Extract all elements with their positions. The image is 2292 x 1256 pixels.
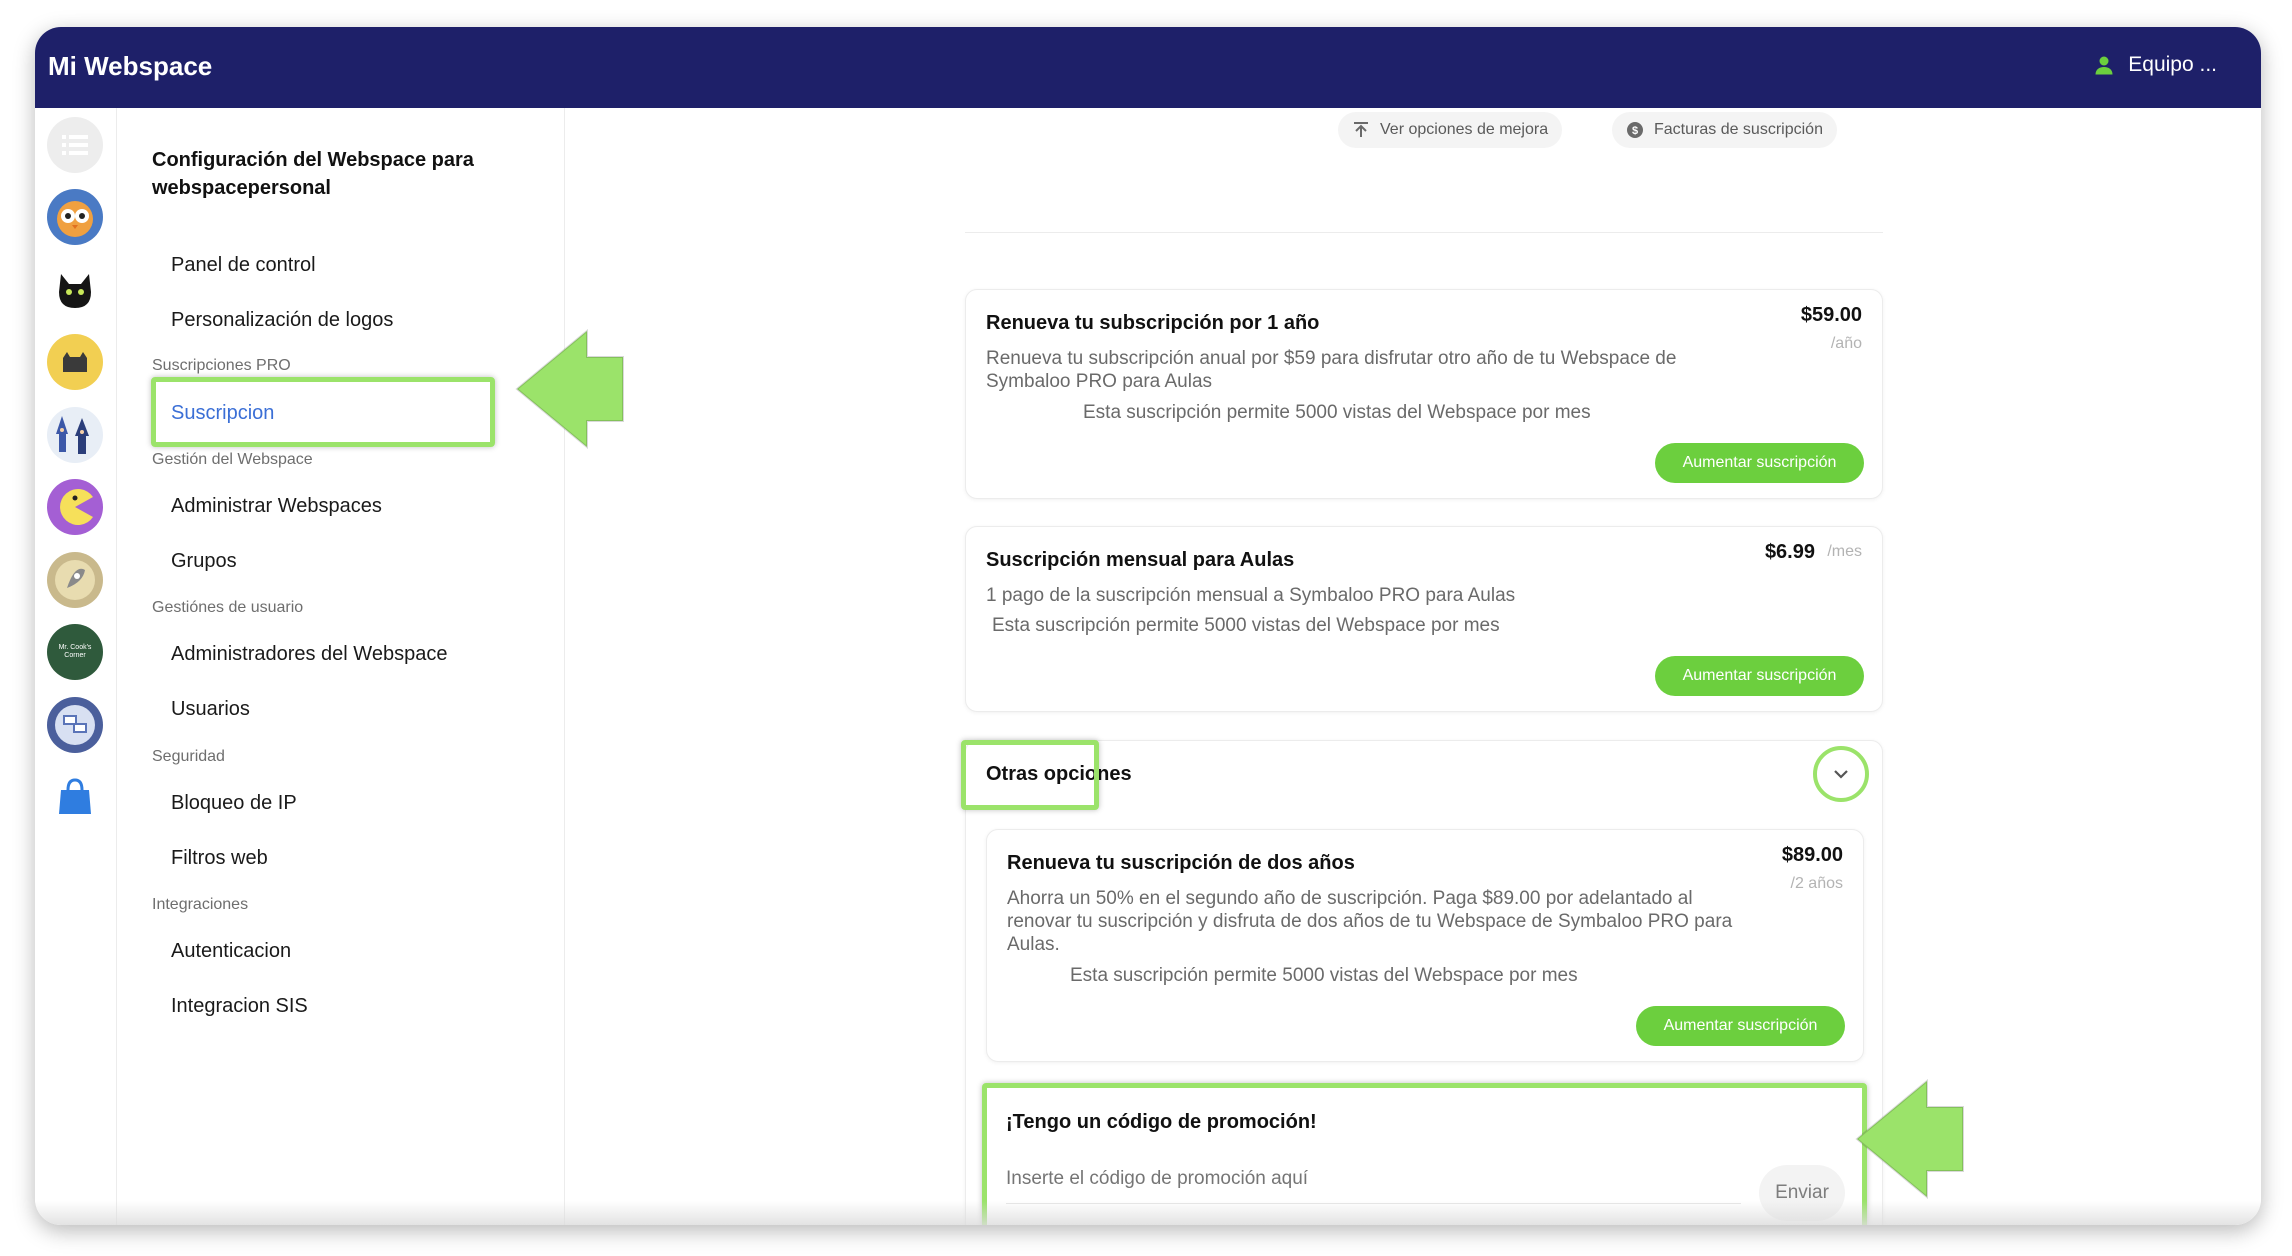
- rocket-avatar[interactable]: [47, 552, 103, 608]
- dollar-icon: $: [1627, 122, 1643, 138]
- arrow-up-icon: [1354, 122, 1368, 137]
- sidebar-item-integracion-sis[interactable]: Integracion SIS: [171, 995, 308, 1018]
- plan-monthly-period: /mes: [1827, 543, 1862, 560]
- sidebar-section-suscripciones-pro: Suscripciones PRO: [152, 357, 291, 374]
- subscription-content: Ver opciones de mejora $ Facturas de sus…: [565, 108, 2261, 1225]
- bottom-fade: [35, 1201, 2261, 1225]
- sidebar-item-personalizacion-logos[interactable]: Personalización de logos: [171, 309, 393, 332]
- app-window: Mi Webspace Equipo ... Mr. Cook's Corner…: [35, 27, 2261, 1225]
- plan-two-years-description: Ahorra un 50% en el segundo año de suscr…: [1007, 888, 1733, 955]
- pacman-avatar[interactable]: [47, 479, 103, 535]
- plan-card-monthly: Suscripción mensual para Aulas $6.99 /me…: [965, 526, 1883, 712]
- plan-monthly-note: Esta suscripción permite 5000 vistas del…: [992, 615, 1500, 636]
- invoices-button[interactable]: $ Facturas de suscripción: [1612, 112, 1837, 148]
- mr-cooks-corner-text: Mr. Cook's Corner: [58, 644, 92, 659]
- plan-annual-title: Renueva tu subscripción por 1 año: [986, 312, 1320, 334]
- top-bar: Mi Webspace Equipo ...: [35, 27, 2261, 108]
- plan-monthly-price: $6.99: [1764, 541, 1815, 563]
- plan-two-years-title: Renueva tu suscripción de dos años: [1007, 852, 1355, 874]
- upgrade-annual-button[interactable]: Aumentar suscripción: [1655, 443, 1864, 483]
- mr-cooks-corner-avatar[interactable]: Mr. Cook's Corner: [47, 624, 103, 680]
- plan-annual-note: Esta suscripción permite 5000 vistas del…: [1083, 402, 1591, 423]
- sidebar-item-panel-de-control[interactable]: Panel de control: [171, 254, 316, 277]
- upgrade-monthly-button[interactable]: Aumentar suscripción: [1655, 656, 1864, 696]
- sidebar-item-usuarios[interactable]: Usuarios: [171, 698, 250, 721]
- sidebar-item-grupos[interactable]: Grupos: [171, 550, 237, 573]
- sidebar-item-administrar-webspaces[interactable]: Administrar Webspaces: [171, 495, 382, 518]
- app-title: Mi Webspace: [48, 51, 213, 81]
- user-icon: [2095, 56, 2113, 75]
- other-options-title: Otras opciones: [986, 763, 1132, 785]
- plan-card-annual: Renueva tu subscripción por 1 año $59.00…: [965, 289, 1883, 499]
- webspace-rail: Mr. Cook's Corner: [35, 108, 117, 1225]
- plan-monthly-title: Suscripción mensual para Aulas: [986, 549, 1295, 571]
- svg-text:$: $: [1632, 125, 1638, 137]
- list-icon[interactable]: [47, 117, 103, 173]
- owl-avatar[interactable]: [47, 189, 103, 245]
- upgrade-options-label: Ver opciones de mejora: [1380, 121, 1549, 138]
- settings-sidebar: Configuración del Webspace para webspace…: [117, 108, 565, 1225]
- sidebar-item-filtros-web[interactable]: Filtros web: [171, 847, 268, 870]
- plan-card-two-years: Renueva tu suscripción de dos años $89.0…: [986, 829, 1864, 1062]
- team-menu-button[interactable]: Equipo ...: [2094, 53, 2217, 77]
- sidebar-heading: Configuración del Webspace para webspace…: [152, 149, 474, 199]
- team-label: Equipo ...: [2128, 53, 2217, 76]
- shopping-bag-icon[interactable]: [47, 769, 103, 825]
- plan-two-years-price: $89.00: [1781, 844, 1843, 866]
- sidebar-section-gestion-webspace: Gestión del Webspace: [152, 451, 313, 468]
- sidebar-item-autenticacion[interactable]: Autenticacion: [171, 940, 291, 963]
- upgrade-options-button[interactable]: Ver opciones de mejora: [1338, 112, 1563, 148]
- computer-avatar[interactable]: [47, 697, 103, 753]
- sidebar-section-integraciones: Integraciones: [152, 896, 249, 913]
- sidebar-section-gestiones-usuario: Gestiónes de usuario: [152, 599, 304, 616]
- top-divider: [965, 232, 1883, 233]
- plan-monthly-description: 1 pago de la suscripción mensual a Symba…: [986, 585, 1516, 606]
- yellow-cat-avatar[interactable]: [47, 334, 103, 390]
- sidebar-item-suscripcion[interactable]: Suscripcion: [171, 402, 274, 425]
- plan-annual-description: Renueva tu subscripción anual por $59 pa…: [986, 348, 1677, 392]
- black-cat-avatar[interactable]: [47, 262, 103, 318]
- other-options-panel: Otras opciones Renueva tu suscripción de…: [965, 740, 1883, 1225]
- sidebar-item-bloqueo-ip[interactable]: Bloqueo de IP: [171, 792, 297, 815]
- wizards-avatar[interactable]: [47, 407, 103, 463]
- upgrade-two-years-button[interactable]: Aumentar suscripción: [1636, 1006, 1845, 1046]
- plan-two-years-period: /2 años: [1790, 875, 1843, 892]
- expand-toggle[interactable]: [1813, 746, 1869, 802]
- promo-code-input[interactable]: [1006, 1165, 1516, 1193]
- sidebar-section-seguridad: Seguridad: [152, 748, 225, 765]
- sidebar-item-administradores[interactable]: Administradores del Webspace: [171, 643, 447, 666]
- plan-annual-price: $59.00: [1800, 304, 1862, 326]
- invoices-label: Facturas de suscripción: [1654, 121, 1823, 138]
- plan-annual-period: /año: [1830, 335, 1862, 352]
- chevron-down-icon: [1834, 770, 1848, 779]
- plan-two-years-note: Esta suscripción permite 5000 vistas del…: [1070, 965, 1578, 986]
- promo-title: ¡Tengo un código de promoción!: [1006, 1111, 1317, 1133]
